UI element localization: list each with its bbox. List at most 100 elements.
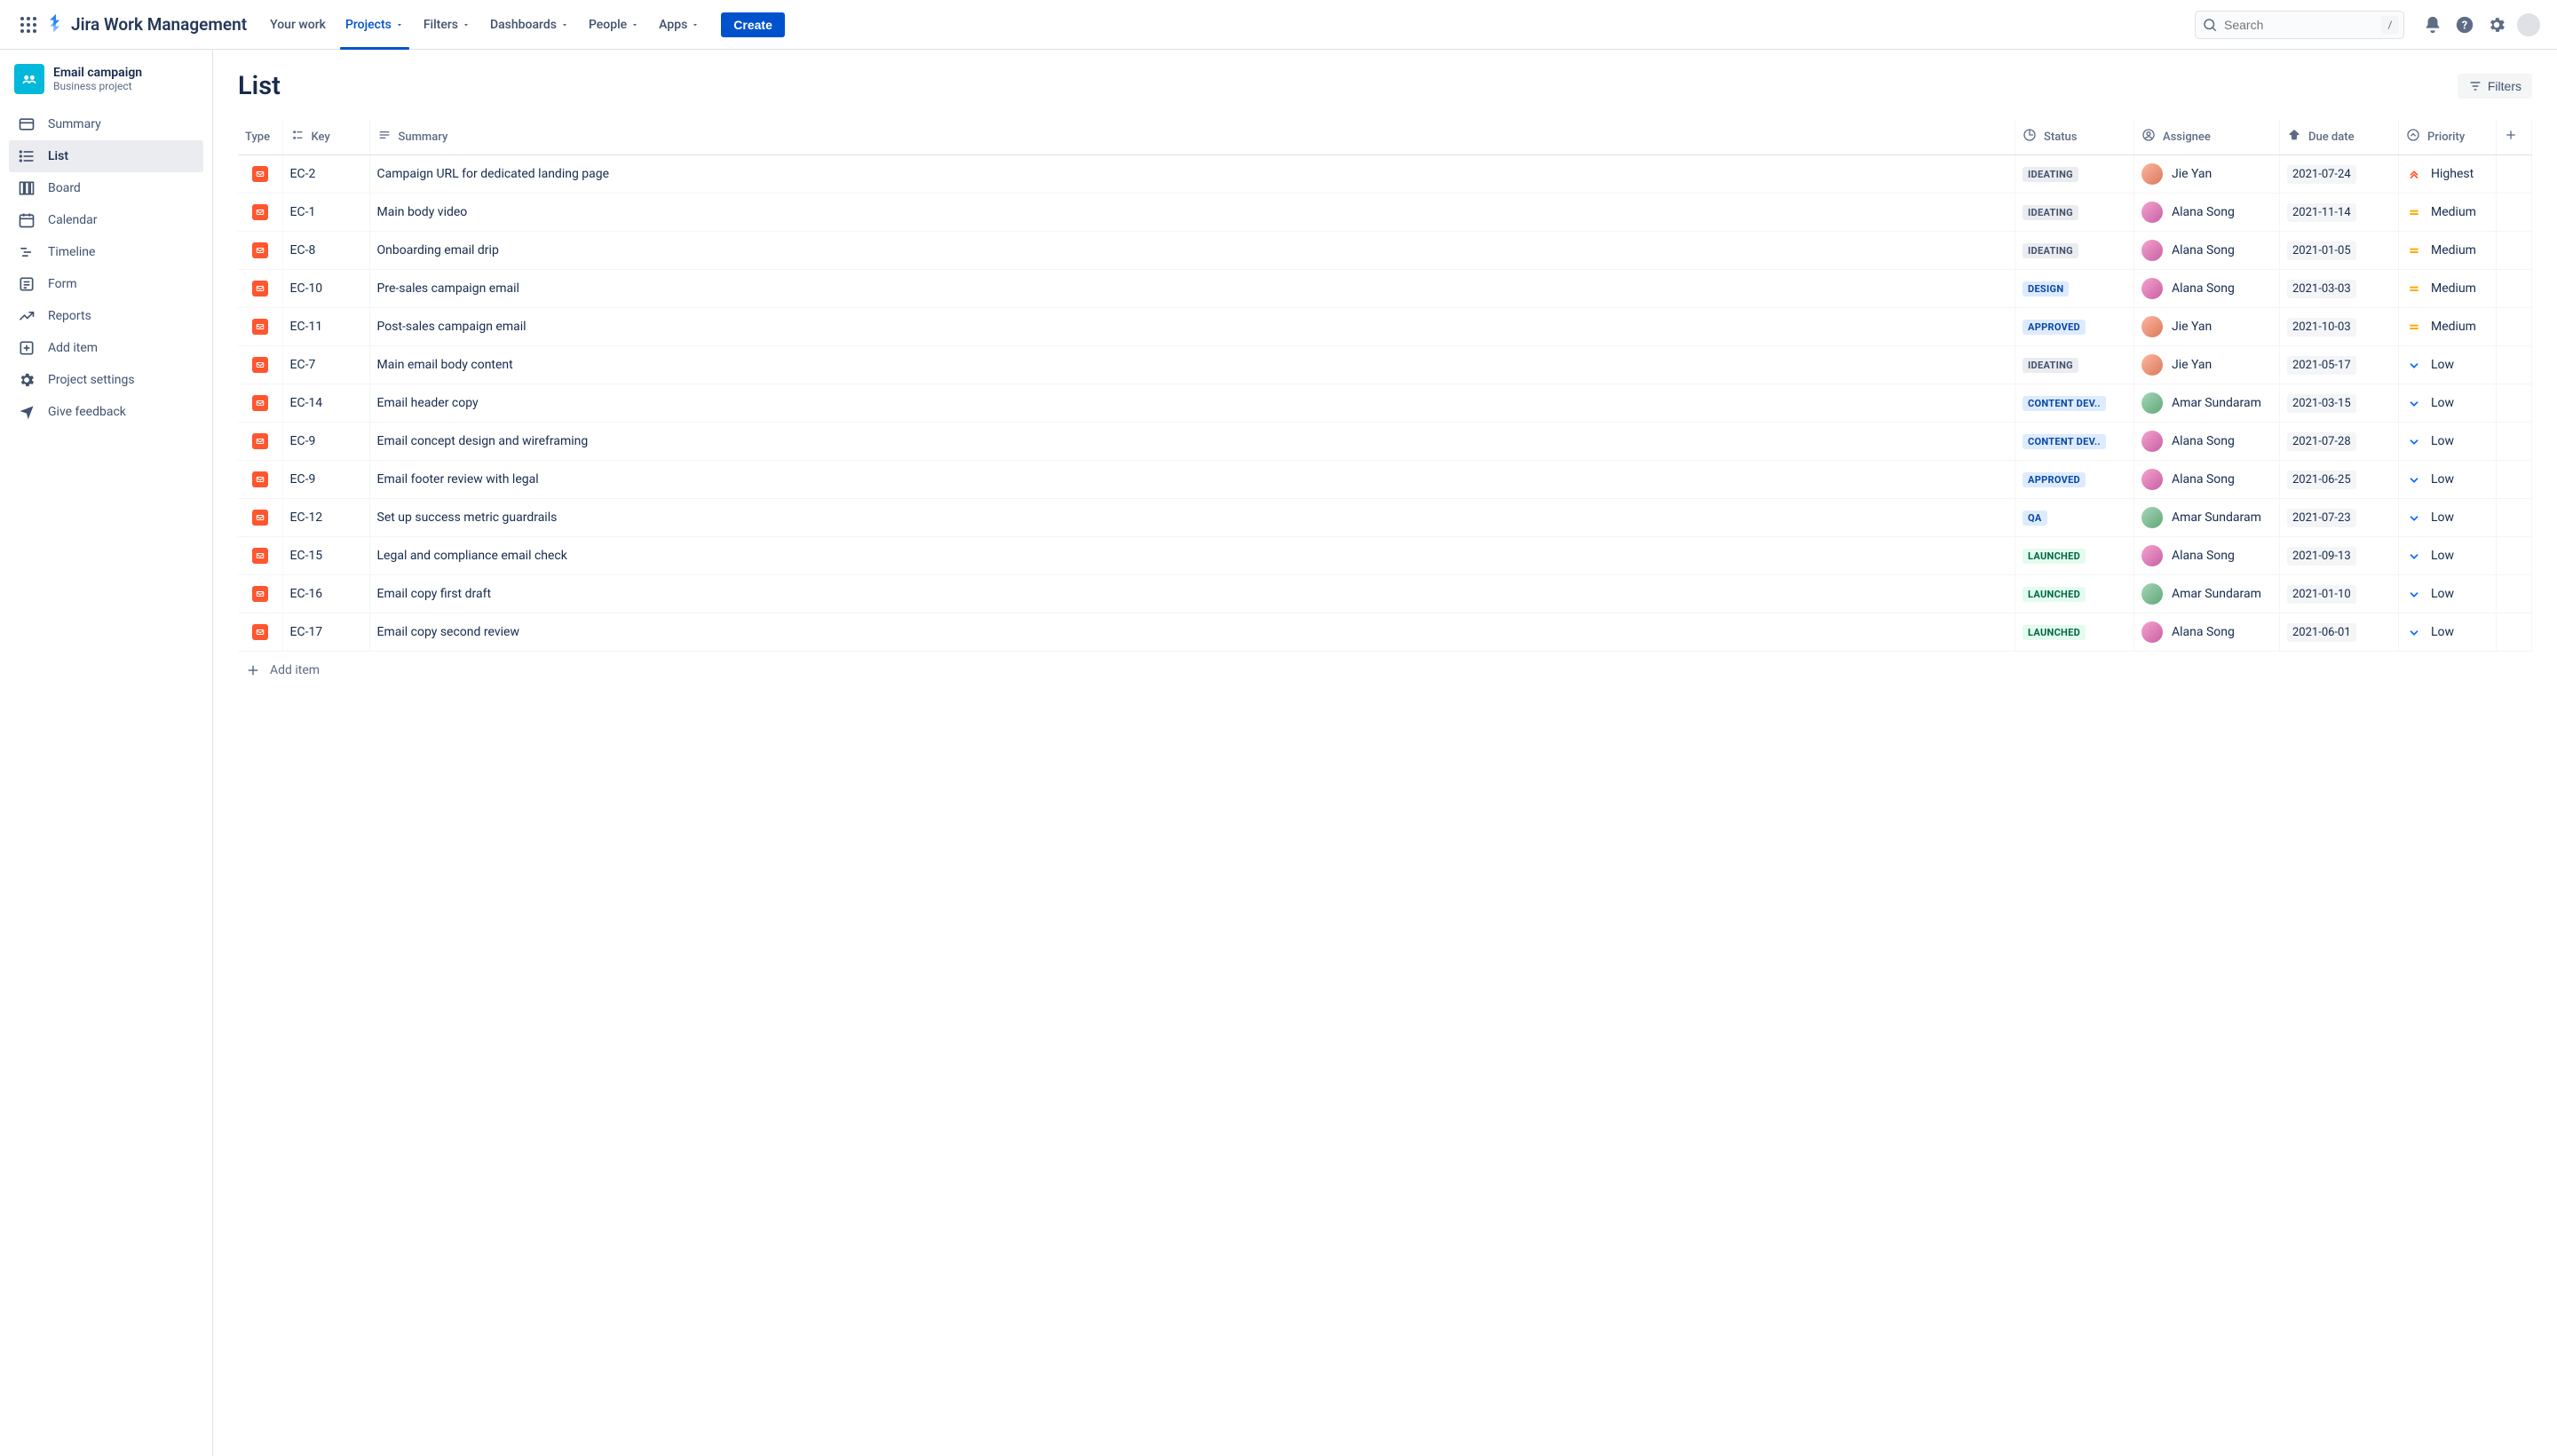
priority-cell[interactable]: Low [2406, 357, 2489, 373]
sidebar-item-give-feedback[interactable]: Give feedback [9, 396, 203, 428]
priority-cell[interactable]: Medium [2406, 281, 2489, 297]
due-date-cell[interactable]: 2021-03-03 [2280, 270, 2399, 308]
issue-key[interactable]: EC-12 [282, 499, 369, 537]
sidebar-item-summary[interactable]: Summary [9, 108, 203, 140]
table-row[interactable]: EC-9 Email footer review with legal APPR… [238, 461, 2532, 499]
table-row[interactable]: EC-11 Post-sales campaign email APPROVED… [238, 308, 2532, 346]
issue-key[interactable]: EC-1 [282, 194, 369, 232]
status-lozenge[interactable]: DESIGN [2023, 281, 2069, 297]
status-lozenge[interactable]: APPROVED [2023, 472, 2086, 487]
create-button[interactable]: Create [721, 12, 785, 37]
priority-cell[interactable]: Low [2406, 586, 2489, 602]
issue-summary[interactable]: Pre-sales campaign email [369, 270, 2015, 308]
due-date-cell[interactable]: 2021-03-15 [2280, 384, 2399, 423]
status-lozenge[interactable]: APPROVED [2023, 320, 2086, 335]
table-row[interactable]: EC-14 Email header copy CONTENT DEV.. Am… [238, 384, 2532, 423]
due-date-cell[interactable]: 2021-01-10 [2280, 575, 2399, 613]
table-row[interactable]: EC-8 Onboarding email drip IDEATING Alan… [238, 232, 2532, 270]
add-item-row[interactable]: Add item [238, 652, 2532, 689]
due-date-cell[interactable]: 2021-07-24 [2280, 155, 2399, 194]
due-date-cell[interactable]: 2021-09-13 [2280, 537, 2399, 575]
assignee-cell[interactable]: Jie Yan [2141, 163, 2272, 185]
due-date-cell[interactable]: 2021-06-25 [2280, 461, 2399, 499]
table-row[interactable]: EC-1 Main body video IDEATING Alana Song… [238, 194, 2532, 232]
issue-summary[interactable]: Onboarding email drip [369, 232, 2015, 270]
table-row[interactable]: EC-12 Set up success metric guardrails Q… [238, 499, 2532, 537]
issue-summary[interactable]: Email header copy [369, 384, 2015, 423]
issue-key[interactable]: EC-17 [282, 613, 369, 652]
due-date-cell[interactable]: 2021-10-03 [2280, 308, 2399, 346]
status-lozenge[interactable]: QA [2023, 510, 2047, 526]
issue-summary[interactable]: Campaign URL for dedicated landing page [369, 155, 2015, 194]
issue-summary[interactable]: Main email body content [369, 346, 2015, 384]
nav-item-projects[interactable]: Projects [336, 12, 413, 37]
column-header-assignee[interactable]: Assignee [2134, 119, 2280, 155]
nav-item-dashboards[interactable]: Dashboards [481, 12, 578, 37]
notifications-icon[interactable] [2418, 11, 2447, 39]
priority-cell[interactable]: Low [2406, 433, 2489, 449]
issue-key[interactable]: EC-7 [282, 346, 369, 384]
due-date-cell[interactable]: 2021-11-14 [2280, 194, 2399, 232]
app-switcher-icon[interactable] [14, 11, 43, 39]
help-icon[interactable]: ? [2450, 11, 2479, 39]
table-row[interactable]: EC-16 Email copy first draft LAUNCHED Am… [238, 575, 2532, 613]
status-lozenge[interactable]: IDEATING [2023, 243, 2078, 258]
sidebar-item-list[interactable]: List [9, 140, 203, 172]
priority-cell[interactable]: Low [2406, 548, 2489, 564]
status-lozenge[interactable]: LAUNCHED [2023, 549, 2086, 564]
assignee-cell[interactable]: Alana Song [2141, 278, 2272, 299]
status-lozenge[interactable]: IDEATING [2023, 205, 2078, 220]
assignee-cell[interactable]: Amar Sundaram [2141, 507, 2272, 528]
issue-summary[interactable]: Email copy second review [369, 613, 2015, 652]
table-row[interactable]: EC-9 Email concept design and wireframin… [238, 423, 2532, 461]
status-lozenge[interactable]: IDEATING [2023, 167, 2078, 182]
project-header[interactable]: Email campaign Business project [9, 64, 203, 108]
assignee-cell[interactable]: Alana Song [2141, 240, 2272, 261]
product-logo[interactable]: Jira Work Management [46, 13, 247, 36]
issue-summary[interactable]: Post-sales campaign email [369, 308, 2015, 346]
issue-summary[interactable]: Set up success metric guardrails [369, 499, 2015, 537]
issue-key[interactable]: EC-10 [282, 270, 369, 308]
due-date-cell[interactable]: 2021-07-23 [2280, 499, 2399, 537]
sidebar-item-add-item[interactable]: Add item [9, 332, 203, 364]
issue-key[interactable]: EC-15 [282, 537, 369, 575]
priority-cell[interactable]: Highest [2406, 166, 2489, 182]
due-date-cell[interactable]: 2021-01-05 [2280, 232, 2399, 270]
priority-cell[interactable]: Low [2406, 395, 2489, 411]
column-header-priority[interactable]: Priority [2399, 119, 2497, 155]
table-row[interactable]: EC-17 Email copy second review LAUNCHED … [238, 613, 2532, 652]
issue-key[interactable]: EC-8 [282, 232, 369, 270]
column-header-due-date[interactable]: Due date [2280, 119, 2399, 155]
issue-key[interactable]: EC-9 [282, 461, 369, 499]
issue-summary[interactable]: Main body video [369, 194, 2015, 232]
nav-item-people[interactable]: People [580, 12, 648, 37]
status-lozenge[interactable]: LAUNCHED [2023, 587, 2086, 602]
assignee-cell[interactable]: Amar Sundaram [2141, 583, 2272, 605]
add-column-button[interactable] [2497, 119, 2532, 155]
settings-icon[interactable] [2482, 11, 2511, 39]
priority-cell[interactable]: Low [2406, 624, 2489, 640]
priority-cell[interactable]: Medium [2406, 319, 2489, 335]
assignee-cell[interactable]: Jie Yan [2141, 316, 2272, 337]
assignee-cell[interactable]: Alana Song [2141, 469, 2272, 490]
issue-summary[interactable]: Email copy first draft [369, 575, 2015, 613]
status-lozenge[interactable]: IDEATING [2023, 358, 2078, 373]
column-header-status[interactable]: Status [2015, 119, 2134, 155]
profile-avatar[interactable] [2514, 11, 2543, 39]
column-header-key[interactable]: Key [282, 119, 369, 155]
search-input[interactable] [2195, 11, 2404, 39]
sidebar-item-reports[interactable]: Reports [9, 300, 203, 332]
issue-summary[interactable]: Email concept design and wireframing [369, 423, 2015, 461]
priority-cell[interactable]: Medium [2406, 242, 2489, 258]
filters-button[interactable]: Filters [2458, 74, 2532, 99]
sidebar-item-board[interactable]: Board [9, 172, 203, 204]
table-row[interactable]: EC-15 Legal and compliance email check L… [238, 537, 2532, 575]
priority-cell[interactable]: Low [2406, 510, 2489, 526]
priority-cell[interactable]: Low [2406, 471, 2489, 487]
sidebar-item-timeline[interactable]: Timeline [9, 236, 203, 268]
table-row[interactable]: EC-10 Pre-sales campaign email DESIGN Al… [238, 270, 2532, 308]
table-row[interactable]: EC-2 Campaign URL for dedicated landing … [238, 155, 2532, 194]
column-header-type[interactable]: Type [238, 119, 282, 155]
due-date-cell[interactable]: 2021-07-28 [2280, 423, 2399, 461]
issue-summary[interactable]: Legal and compliance email check [369, 537, 2015, 575]
